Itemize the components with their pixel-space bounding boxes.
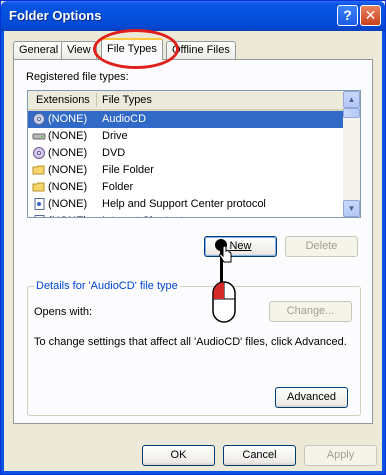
row-file-type: Help and Support Center protocol bbox=[102, 198, 266, 210]
cd-icon bbox=[32, 113, 46, 125]
frame-bottom bbox=[1, 471, 385, 474]
tab-general[interactable]: General bbox=[13, 41, 65, 59]
column-extensions[interactable]: Extensions bbox=[36, 94, 90, 106]
delete-button[interactable]: Delete bbox=[285, 236, 358, 257]
apply-button[interactable]: Apply bbox=[304, 445, 377, 466]
change-button[interactable]: Change... bbox=[269, 301, 352, 322]
column-file-types[interactable]: File Types bbox=[102, 94, 152, 106]
document-icon bbox=[32, 198, 46, 210]
advanced-button[interactable]: Advanced bbox=[275, 387, 348, 408]
list-item[interactable]: (NONE) AudioCD bbox=[28, 111, 343, 128]
row-extension: (NONE) bbox=[48, 130, 88, 142]
row-extension: (NONE) bbox=[48, 215, 87, 217]
ok-button[interactable]: OK bbox=[142, 445, 215, 466]
list-item[interactable]: (NONE) File Folder bbox=[28, 162, 343, 179]
list-item[interactable]: (NONE) Folder bbox=[28, 179, 343, 196]
list-item[interactable]: (NONE) Help and Support Center protocol bbox=[28, 196, 343, 213]
row-file-type: Internet Shortcut bbox=[102, 215, 183, 217]
frame-left bbox=[1, 31, 4, 474]
row-extension: (NONE) bbox=[48, 181, 88, 193]
drive-icon bbox=[32, 130, 46, 142]
list-header: Extensions File Types bbox=[28, 91, 343, 111]
row-extension: (NONE) bbox=[48, 164, 88, 176]
row-file-type: Drive bbox=[102, 130, 128, 142]
row-extension: (NONE) bbox=[48, 113, 88, 125]
folder-options-window: Folder Options ? ✕ General View File Typ… bbox=[0, 0, 386, 475]
row-file-type: File Folder bbox=[102, 164, 154, 176]
help-button[interactable]: ? bbox=[337, 5, 358, 26]
row-extension: (NONE) bbox=[48, 198, 88, 210]
close-button[interactable]: ✕ bbox=[360, 5, 381, 26]
details-group-title: Details for 'AudioCD' file type bbox=[34, 280, 180, 292]
mouse-click-icon bbox=[212, 281, 236, 323]
cancel-button[interactable]: Cancel bbox=[223, 445, 296, 466]
opens-with-label: Opens with: bbox=[34, 306, 93, 318]
details-info-text: To change settings that affect all 'Audi… bbox=[34, 336, 347, 348]
registered-file-types-label: Registered file types: bbox=[26, 71, 129, 83]
list-item[interactable]: (NONE) Drive bbox=[28, 128, 343, 145]
row-extension: (NONE) bbox=[48, 147, 88, 159]
shortcut-icon bbox=[32, 215, 46, 217]
row-file-type: Folder bbox=[102, 181, 134, 193]
row-file-type: AudioCD bbox=[102, 113, 147, 125]
annotation-circle bbox=[93, 29, 179, 69]
window-title: Folder Options bbox=[9, 8, 102, 23]
folder-icon bbox=[32, 164, 46, 176]
tab-view[interactable]: View bbox=[61, 41, 97, 59]
list-scrollbar[interactable]: ▲ ▼ bbox=[343, 91, 360, 217]
list-item[interactable]: (NONE) Internet Shortcut bbox=[28, 213, 343, 217]
scroll-up-button[interactable]: ▲ bbox=[343, 91, 360, 108]
file-types-list[interactable]: Extensions File Types (NONE) AudioCD (NONE… bbox=[27, 90, 361, 218]
row-file-type: DVD bbox=[102, 147, 126, 159]
list-item[interactable]: (NONE) DVD bbox=[28, 145, 343, 162]
scroll-down-button[interactable]: ▼ bbox=[343, 200, 360, 217]
frame-right bbox=[382, 31, 385, 474]
title-bar[interactable]: Folder Options ? ✕ bbox=[1, 1, 385, 31]
dvd-icon bbox=[32, 147, 46, 159]
folder-icon bbox=[32, 181, 46, 193]
scroll-thumb[interactable] bbox=[343, 108, 360, 118]
hand-cursor-icon bbox=[219, 245, 232, 263]
